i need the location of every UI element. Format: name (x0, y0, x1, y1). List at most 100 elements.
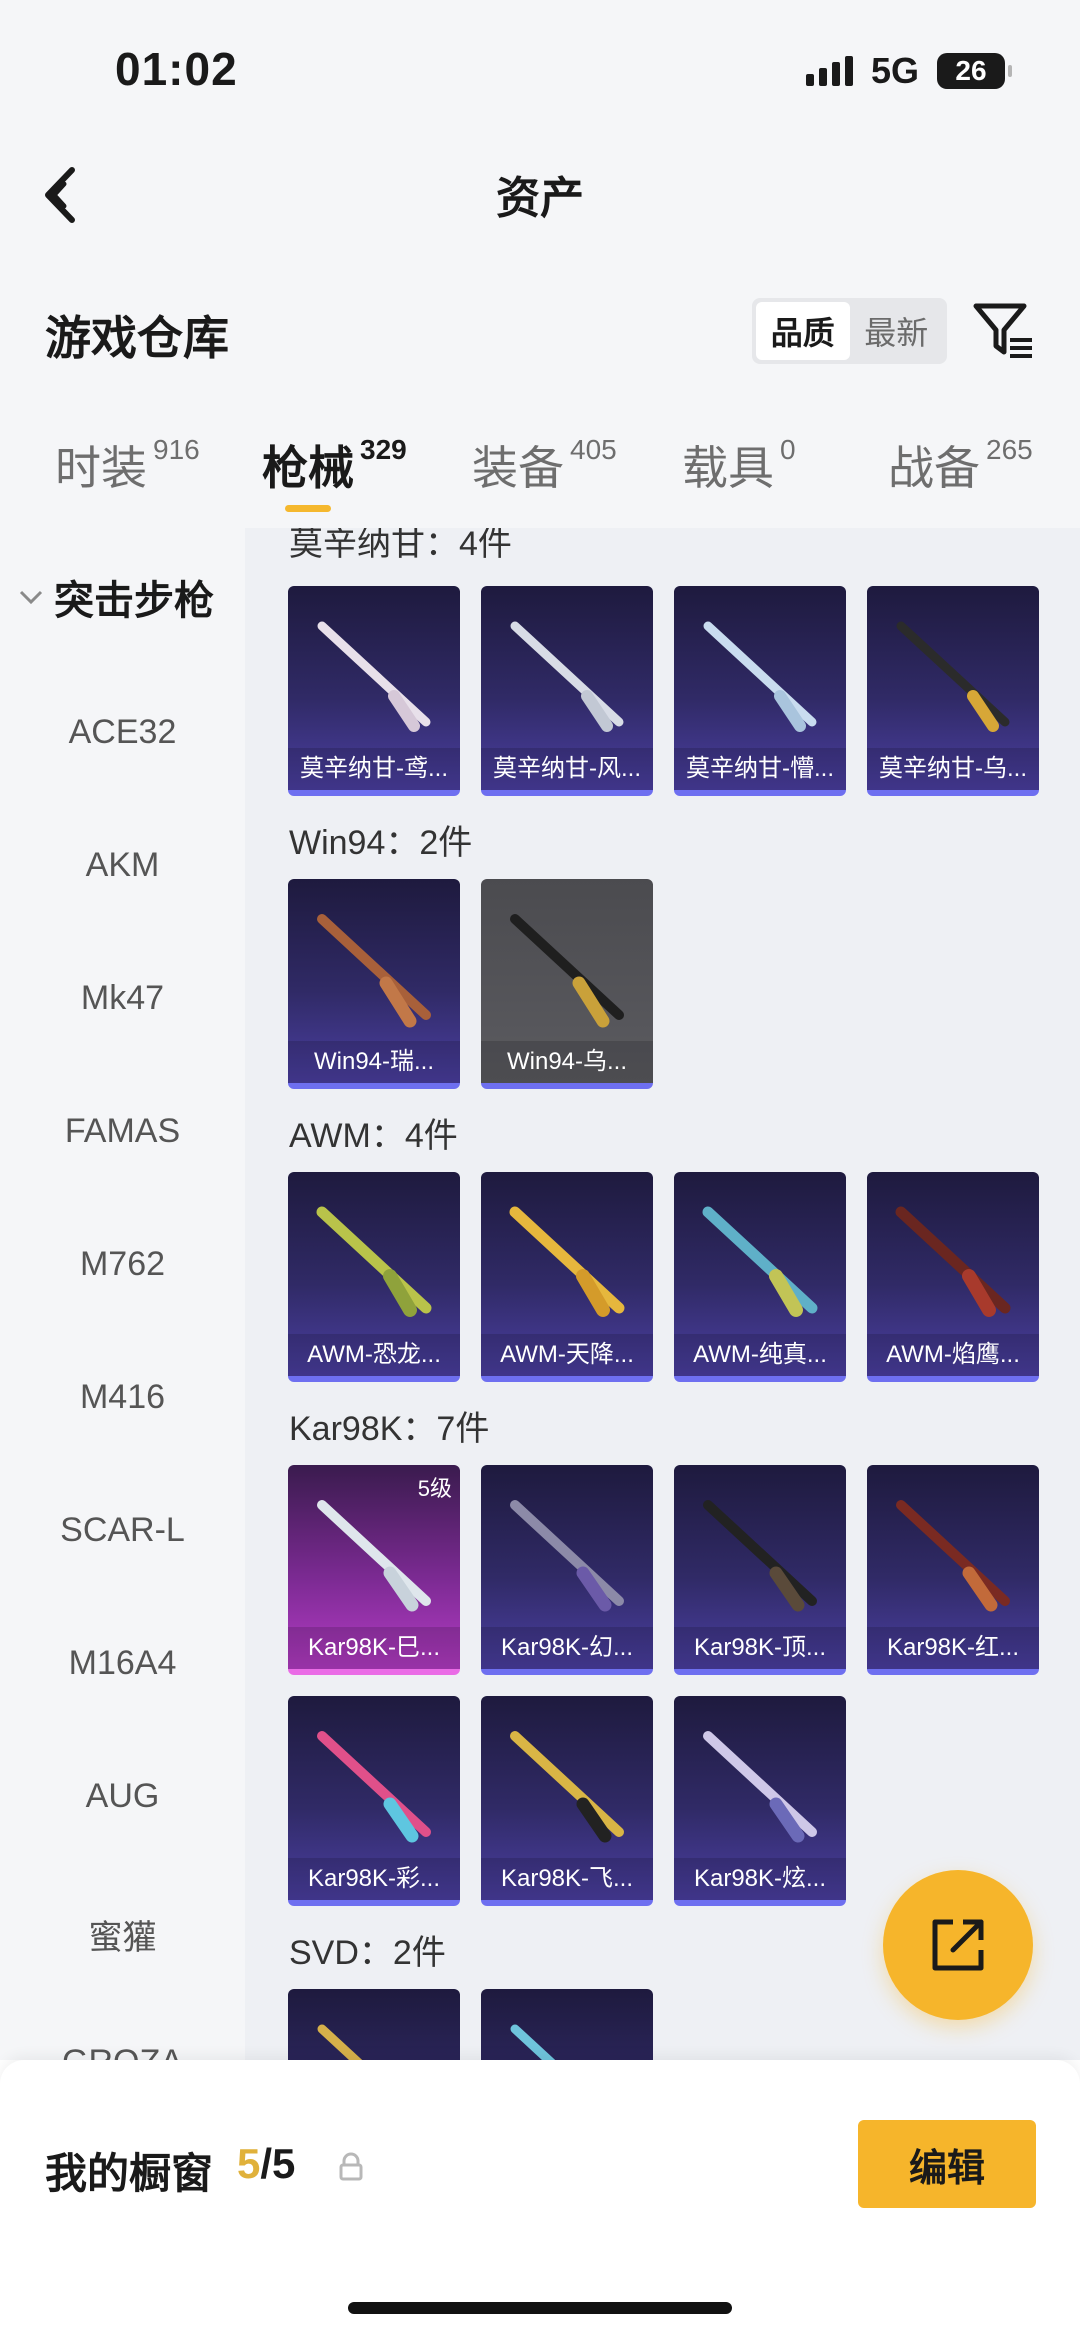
tab-count: 329 (360, 434, 407, 465)
sort-quality[interactable]: 品质 (756, 302, 850, 360)
share-button[interactable] (883, 1870, 1033, 2020)
item-card[interactable] (288, 1989, 460, 2060)
item-name: Kar98K-炫... (674, 1858, 846, 1900)
tab-count: 405 (570, 434, 617, 465)
filter-button[interactable] (970, 296, 1036, 362)
item-name: AWM-恐龙... (288, 1334, 460, 1376)
rifle-icon (896, 621, 1010, 732)
rifle-icon (509, 1206, 625, 1317)
sidebar-item-ace32[interactable]: ACE32 (0, 713, 245, 752)
item-card[interactable]: Kar98K-顶... (674, 1465, 846, 1675)
tab-fashion[interactable]: 时装 916 (55, 432, 200, 498)
tab-label: 装备 (472, 442, 564, 494)
nav-bar: 资产 (0, 130, 1080, 260)
item-name: AWM-焰鹰... (867, 1334, 1039, 1376)
item-card[interactable]: Kar98K-炫... (674, 1696, 846, 1906)
item-name: AWM-纯真... (674, 1334, 846, 1376)
sidebar-item-m16a4[interactable]: M16A4 (0, 1644, 245, 1683)
item-name: Kar98K-飞... (481, 1858, 653, 1900)
rifle-icon (703, 1500, 817, 1612)
item-card[interactable]: Kar98K-红... (867, 1465, 1039, 1675)
sidebar-category-assault-rifle[interactable]: 突击步枪 (18, 568, 214, 626)
sidebar-item-famas[interactable]: FAMAS (0, 1112, 245, 1151)
showcase-bar: 我的橱窗 5/5 编辑 (0, 2060, 1080, 2337)
item-card[interactable]: Win94-乌... (481, 879, 653, 1089)
showcase-total: /5 (260, 2140, 296, 2187)
rifle-icon (316, 1206, 432, 1317)
filter-icon (973, 303, 1032, 358)
item-card[interactable]: AWM-纯真... (674, 1172, 846, 1382)
warehouse-title: 游戏仓库 (45, 312, 229, 364)
rifle-icon (703, 1731, 817, 1843)
tab-vehicles[interactable]: 载具 0 (682, 432, 796, 498)
status-bar: 01:02 5G 26 (0, 0, 1080, 130)
sidebar-item-groza[interactable]: GROZA (0, 2043, 245, 2060)
tab-count: 265 (986, 434, 1033, 465)
rifle-icon (896, 1500, 1010, 1612)
sort-latest[interactable]: 最新 (850, 302, 944, 360)
rifle-icon (510, 914, 624, 1028)
item-card[interactable]: Kar98K-彩... (288, 1696, 460, 1906)
home-indicator (348, 2302, 732, 2314)
sidebar-item-scar-l[interactable]: SCAR-L (0, 1511, 245, 1550)
item-card[interactable]: Kar98K-幻... (481, 1465, 653, 1675)
item-name: Kar98K-顶... (674, 1627, 846, 1669)
item-card[interactable]: AWM-恐龙... (288, 1172, 460, 1382)
item-name: Win94-瑞... (288, 1041, 460, 1083)
sidebar-item-mk47[interactable]: Mk47 (0, 979, 245, 1018)
sort-toggle: 品质 最新 (752, 298, 947, 364)
sidebar-item-akm[interactable]: AKM (0, 846, 245, 885)
rifle-icon (317, 914, 431, 1028)
tab-label: 战备 (888, 442, 980, 494)
rifle-icon (510, 1731, 624, 1843)
item-name: AWM-天降... (481, 1334, 653, 1376)
tab-label: 载具 (682, 442, 774, 494)
warehouse-header: 游戏仓库 品质 最新 (0, 260, 1080, 400)
section-title-win94: Win94：2件 (289, 824, 473, 862)
tab-supplies[interactable]: 战备 265 (888, 432, 1033, 498)
item-name: Kar98K-幻... (481, 1627, 653, 1669)
item-card[interactable]: Win94-瑞... (288, 879, 460, 1089)
item-card[interactable]: 莫辛纳甘-乌... (867, 586, 1039, 796)
signal-icon (805, 56, 853, 86)
sidebar-item-m762[interactable]: M762 (0, 1245, 245, 1284)
rifle-icon (317, 621, 431, 732)
item-card[interactable]: AWM-天降... (481, 1172, 653, 1382)
chevron-down-icon (19, 590, 43, 605)
tab-firearms[interactable]: 枪械 329 (262, 432, 407, 498)
rifle-icon (510, 1500, 624, 1612)
sidebar-item-aug[interactable]: AUG (0, 1777, 245, 1816)
tab-count: 0 (780, 434, 796, 465)
item-name: 莫辛纳甘-乌... (867, 748, 1039, 790)
sidebar-item-m416[interactable]: M416 (0, 1378, 245, 1417)
tab-equipment[interactable]: 装备 405 (472, 432, 617, 498)
network-label: 5G (870, 50, 919, 91)
item-card[interactable]: 莫辛纳甘-懵... (674, 586, 846, 796)
item-name: Kar98K-巳... (288, 1627, 460, 1669)
item-card[interactable]: AWM-焰鹰... (867, 1172, 1039, 1382)
item-card[interactable]: Kar98K-飞... (481, 1696, 653, 1906)
item-card[interactable]: 莫辛纳甘-风... (481, 586, 653, 796)
edit-button[interactable]: 编辑 (858, 2120, 1036, 2208)
item-name: 莫辛纳甘-鸢... (288, 748, 460, 790)
section-title-awm: AWM：4件 (289, 1117, 458, 1155)
status-time: 01:02 (115, 43, 238, 95)
item-card[interactable]: 5级 Kar98K-巳... (288, 1465, 460, 1675)
item-card[interactable]: 莫辛纳甘-鸢... (288, 586, 460, 796)
item-name: Kar98K-彩... (288, 1858, 460, 1900)
rifle-icon (895, 1206, 1011, 1317)
showcase-count: 5/5 (237, 2140, 295, 2188)
rifle-icon (510, 621, 624, 732)
weapon-type-sidebar: 突击步枪 ACE32 AKM Mk47 FAMAS M762 M416 SCAR… (0, 528, 245, 2060)
battery-level: 26 (955, 55, 987, 86)
item-list[interactable]: 莫辛纳甘：4件 莫辛纳甘-鸢... 莫辛纳甘-风... 莫辛纳甘-懵... 莫辛… (245, 528, 1080, 2060)
active-tab-indicator (285, 505, 331, 512)
sidebar-item-honey-badger[interactable]: 蜜獾 (0, 1910, 245, 1959)
item-card[interactable] (481, 1989, 653, 2060)
item-name: Kar98K-红... (867, 1627, 1039, 1669)
rifle-icon (317, 1500, 431, 1612)
rifle-icon (317, 1731, 431, 1843)
section-title-mosin: 莫辛纳甘：4件 (289, 528, 512, 563)
rifle-icon (510, 2024, 556, 2060)
section-title-svd: SVD：2件 (289, 1934, 446, 1972)
